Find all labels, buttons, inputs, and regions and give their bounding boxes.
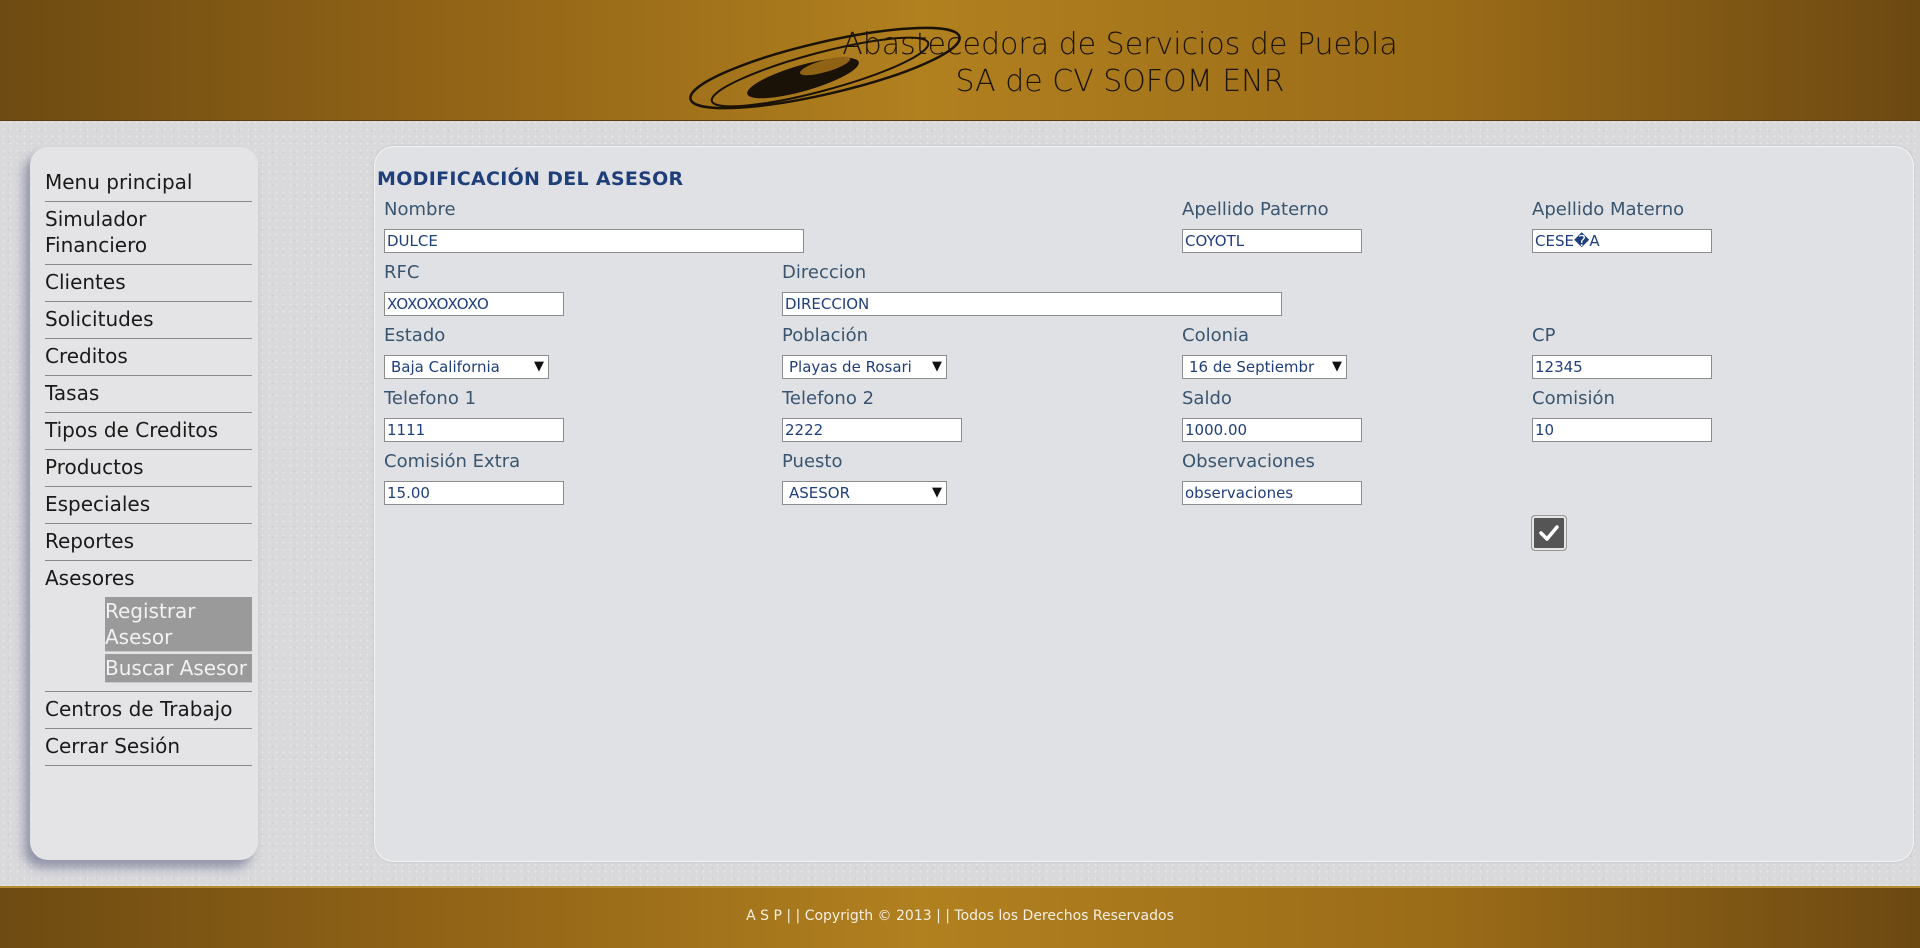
asesores-submenu: Registrar Asesor Buscar Asesor (105, 597, 252, 683)
sidebar-item-asesores-label[interactable]: Asesores (45, 566, 135, 590)
company-name-line2: SA de CV SOFOM ENR (955, 64, 1285, 99)
sidebar-item-clientes[interactable]: Clientes (45, 265, 252, 302)
check-icon (1539, 525, 1559, 541)
apellido-materno-label: Apellido Materno (1532, 199, 1685, 220)
submenu-item-registrar-asesor[interactable]: Registrar Asesor (105, 597, 252, 652)
observaciones-input[interactable] (1182, 481, 1362, 505)
observaciones-label: Observaciones (1182, 451, 1315, 472)
poblacion-select[interactable]: Playas de Rosari ▼ (782, 355, 947, 379)
cp-label: CP (1532, 325, 1556, 346)
sidebar: Menu principal Simulador Financiero Clie… (30, 147, 258, 860)
company-name: Abastecedora de Servicios de Puebla SA d… (820, 26, 1420, 100)
rfc-input[interactable] (384, 292, 564, 316)
sidebar-item-creditos[interactable]: Creditos (45, 339, 252, 376)
sidebar-item-reportes[interactable]: Reportes (45, 524, 252, 561)
chevron-down-icon: ▼ (932, 485, 942, 500)
colonia-select-value: 16 de Septiembr (1189, 358, 1315, 376)
sidebar-item-productos[interactable]: Productos (45, 450, 252, 487)
apellido-materno-input[interactable] (1532, 229, 1712, 253)
telefono2-label: Telefono 2 (782, 388, 875, 409)
apellido-paterno-input[interactable] (1182, 229, 1362, 253)
comision-label: Comisión (1532, 388, 1615, 409)
telefono1-input[interactable] (384, 418, 564, 442)
comision-input[interactable] (1532, 418, 1712, 442)
sidebar-item-simulador-financiero[interactable]: Simulador Financiero (45, 202, 252, 265)
submit-button[interactable] (1531, 515, 1567, 551)
company-name-line1: Abastecedora de Servicios de Puebla (842, 27, 1398, 62)
chevron-down-icon: ▼ (1332, 359, 1342, 374)
comision-extra-label: Comisión Extra (384, 451, 521, 472)
poblacion-select-value: Playas de Rosari (789, 358, 912, 376)
sidebar-item-tipos-de-creditos[interactable]: Tipos de Creditos (45, 413, 252, 450)
main-panel: MODIFICACIÓN DEL ASESOR Nombre Apellido … (374, 146, 1914, 862)
rfc-label: RFC (384, 262, 420, 283)
nombre-label: Nombre (384, 199, 456, 220)
chevron-down-icon: ▼ (534, 359, 544, 374)
site-footer: A S P | | Copyrigth © 2013 | | Todos los… (0, 886, 1920, 948)
saldo-input[interactable] (1182, 418, 1362, 442)
comision-extra-input[interactable] (384, 481, 564, 505)
chevron-down-icon: ▼ (932, 359, 942, 374)
direccion-label: Direccion (782, 262, 867, 283)
footer-text: A S P | | Copyrigth © 2013 | | Todos los… (746, 908, 1174, 924)
sidebar-item-cerrar-sesion[interactable]: Cerrar Sesión (45, 729, 252, 766)
direccion-input[interactable] (782, 292, 1282, 316)
telefono1-label: Telefono 1 (384, 388, 477, 409)
site-header: Abastecedora de Servicios de Puebla SA d… (0, 0, 1920, 121)
saldo-label: Saldo (1182, 388, 1232, 409)
apellido-paterno-label: Apellido Paterno (1182, 199, 1329, 220)
puesto-select-value: ASESOR (789, 484, 851, 502)
telefono2-input[interactable] (782, 418, 962, 442)
sidebar-item-menu-principal[interactable]: Menu principal (45, 165, 252, 202)
colonia-select[interactable]: 16 de Septiembr ▼ (1182, 355, 1347, 379)
nombre-input[interactable] (384, 229, 804, 253)
puesto-label: Puesto (782, 451, 843, 472)
poblacion-label: Población (782, 325, 869, 346)
sidebar-item-centros-de-trabajo[interactable]: Centros de Trabajo (45, 692, 252, 729)
sidebar-item-solicitudes[interactable]: Solicitudes (45, 302, 252, 339)
form-title: MODIFICACIÓN DEL ASESOR (377, 168, 684, 190)
cp-input[interactable] (1532, 355, 1712, 379)
sidebar-item-especiales[interactable]: Especiales (45, 487, 252, 524)
sidebar-item-tasas[interactable]: Tasas (45, 376, 252, 413)
estado-select[interactable]: Baja California ▼ (384, 355, 549, 379)
colonia-label: Colonia (1182, 325, 1250, 346)
estado-select-value: Baja California (391, 358, 500, 376)
submenu-item-buscar-asesor[interactable]: Buscar Asesor (105, 654, 252, 683)
sidebar-item-asesores[interactable]: Asesores Registrar Asesor Buscar Asesor (45, 561, 252, 692)
puesto-select[interactable]: ASESOR ▼ (782, 481, 947, 505)
sidebar-menu: Menu principal Simulador Financiero Clie… (45, 165, 252, 766)
estado-label: Estado (384, 325, 446, 346)
